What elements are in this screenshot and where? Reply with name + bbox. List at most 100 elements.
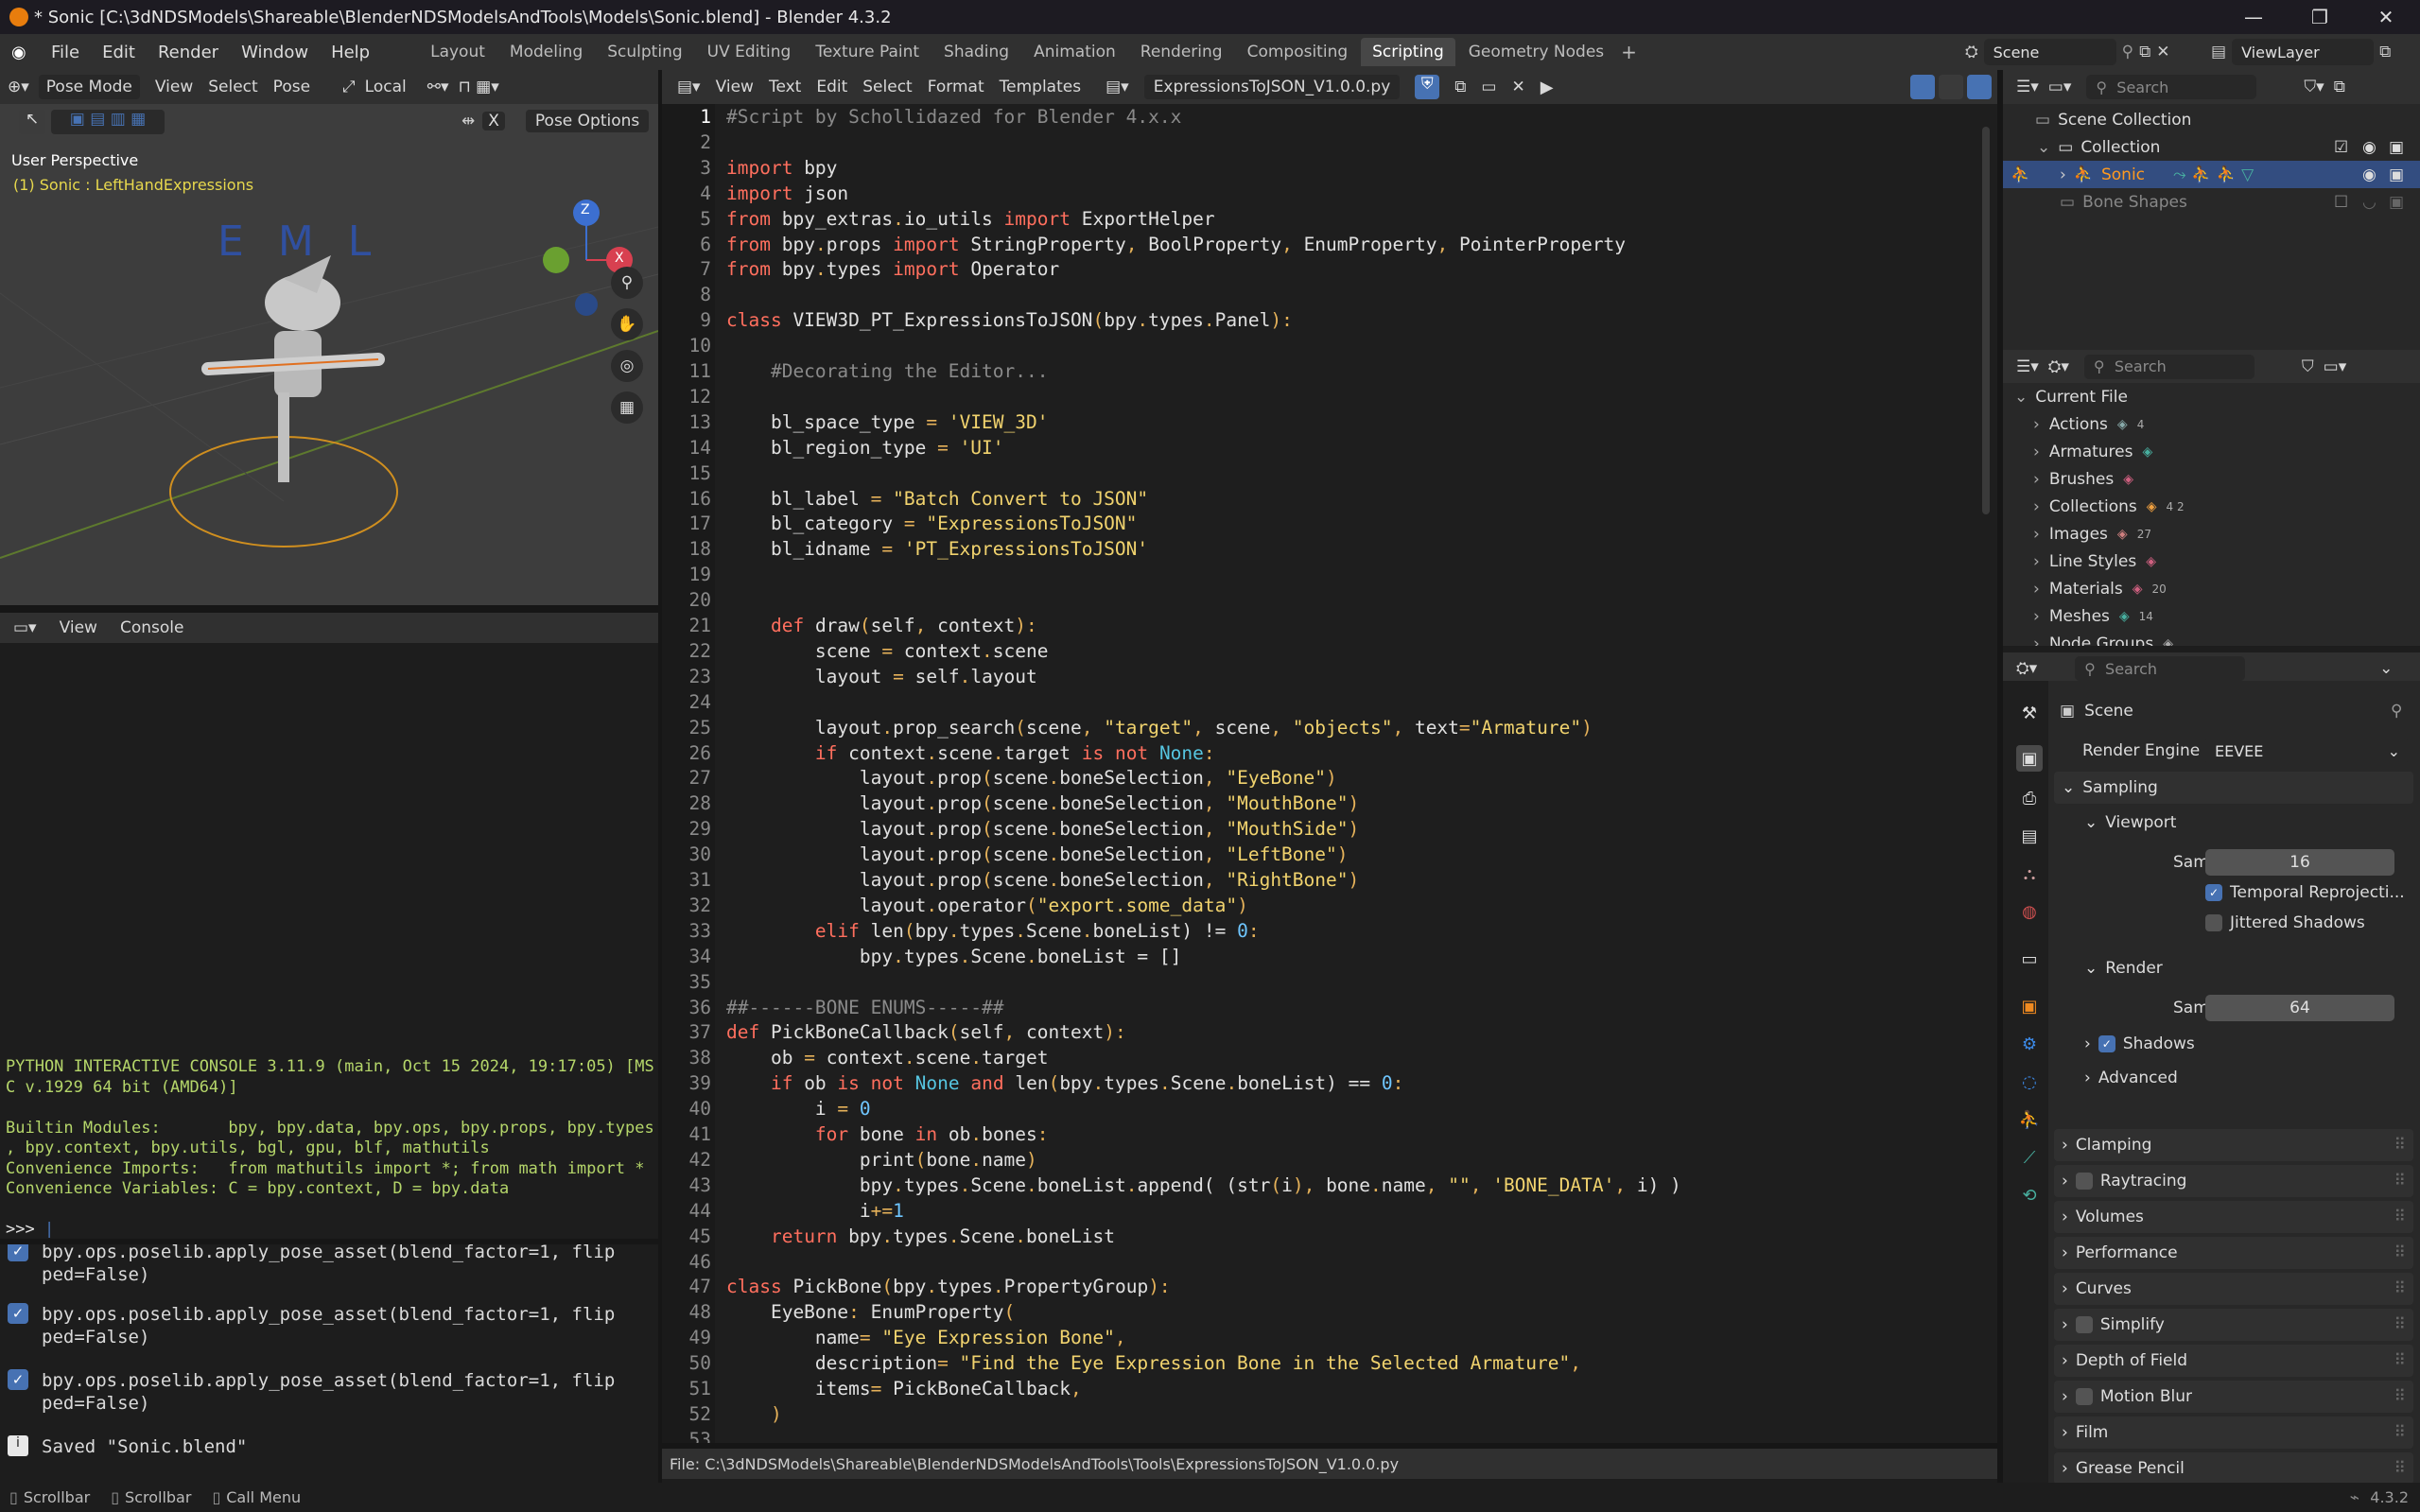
- editor-type-properties-icon[interactable]: ⛭▾: [2016, 659, 2037, 678]
- drag-handle-icon[interactable]: ⠿: [2394, 1243, 2406, 1262]
- datablock-brushes[interactable]: › Brushes ◈: [2003, 465, 2420, 493]
- text-menu-select[interactable]: Select: [862, 78, 912, 96]
- checkbox-checked-icon[interactable]: ✓: [2098, 1035, 2115, 1052]
- unlink-text-icon[interactable]: ✕: [1511, 78, 1524, 96]
- drag-handle-icon[interactable]: ⠿: [2394, 1136, 2406, 1155]
- datablock-node-groups[interactable]: › Node Groups ◈: [2003, 630, 2420, 647]
- render-camera-icon[interactable]: ▣: [2389, 165, 2404, 184]
- render-camera-icon[interactable]: ▣: [2389, 138, 2404, 157]
- properties-search[interactable]: ⚲ Search: [2075, 656, 2246, 681]
- viewport-menu-view[interactable]: View: [155, 78, 193, 96]
- outliner-item-scene-collection[interactable]: ▭ Scene Collection: [2003, 106, 2420, 133]
- workspace-tab-scripting[interactable]: Scripting: [1361, 38, 1455, 66]
- text-menu-view[interactable]: View: [716, 78, 754, 96]
- area-divider[interactable]: [658, 70, 662, 1483]
- menu-window[interactable]: Window: [230, 43, 320, 62]
- viewlayer-selector[interactable]: ▤ ViewLayer ⧉: [2211, 38, 2419, 66]
- display-mode-icon[interactable]: ▭▾: [2048, 78, 2072, 96]
- delete-scene-icon[interactable]: ✕: [2156, 43, 2169, 61]
- display-mode-icon[interactable]: ⛭▾: [2048, 357, 2069, 376]
- word-wrap-toggle-icon[interactable]: [1939, 75, 1963, 99]
- scene-name[interactable]: Scene: [1983, 39, 2116, 65]
- text-datablock-name[interactable]: ExpressionsToJSON_V1.0.0.py: [1143, 75, 1401, 99]
- 3d-viewport[interactable]: User Perspective (1) Sonic : LeftHandExp…: [0, 104, 658, 605]
- datablock-meshes[interactable]: › Meshes ◈ 14: [2003, 602, 2420, 630]
- visibility-eye-icon[interactable]: ◡: [2362, 193, 2376, 212]
- camera-view-icon[interactable]: ◎: [611, 350, 643, 382]
- text-browse-icon[interactable]: ▤▾: [1106, 78, 1129, 96]
- datablock-actions[interactable]: › Actions ◈ 4: [2003, 410, 2420, 438]
- panel-volumes[interactable]: › Volumes ⠿: [2054, 1201, 2413, 1233]
- drag-handle-icon[interactable]: ⠿: [2394, 1315, 2406, 1334]
- subpanel-render[interactable]: ⌄ Render: [2084, 959, 2163, 978]
- workspace-tab-animation[interactable]: Animation: [1022, 38, 1127, 66]
- visibility-eye-icon[interactable]: ◉: [2362, 165, 2376, 184]
- output-tab-icon[interactable]: ⎙: [2016, 785, 2043, 811]
- info-log[interactable]: ✓ bpy.ops.poselib.apply_pose_asset(blend…: [0, 1241, 658, 1471]
- new-scene-icon[interactable]: ⧉: [2139, 43, 2150, 61]
- object-tab-icon[interactable]: ▣: [2016, 993, 2043, 1019]
- modifiers-tab-icon[interactable]: ⚙: [2016, 1031, 2043, 1057]
- text-menu-templates[interactable]: Templates: [1000, 78, 1081, 96]
- bone-constraints-tab-icon[interactable]: ⟲: [2016, 1182, 2043, 1208]
- info-entry[interactable]: ✓ bpy.ops.poselib.apply_pose_asset(blend…: [8, 1369, 615, 1415]
- pivot-icon[interactable]: ⚯▾: [427, 78, 449, 96]
- new-viewlayer-icon[interactable]: ⧉: [2379, 43, 2391, 61]
- checkbox-unchecked-icon[interactable]: [2075, 1173, 2093, 1190]
- panel-performance[interactable]: › Performance ⠿: [2054, 1237, 2413, 1269]
- workspace-tab-sculpting[interactable]: Sculpting: [596, 38, 693, 66]
- pin-icon[interactable]: ⚲: [2122, 43, 2133, 61]
- bone-tab-icon[interactable]: ⟋: [2016, 1144, 2043, 1171]
- subpanel-shadows[interactable]: › ✓ Shadows: [2084, 1034, 2195, 1053]
- maximize-button[interactable]: ❐: [2289, 0, 2351, 34]
- workspace-tab-uv-editing[interactable]: UV Editing: [696, 38, 803, 66]
- render-tab-icon[interactable]: ▣: [2016, 745, 2043, 772]
- exclude-checkbox[interactable]: ☐: [2334, 193, 2348, 212]
- workspace-tab-modeling[interactable]: Modeling: [498, 38, 594, 66]
- text-editor-body[interactable]: 1 #Script by Schollidazed for Blender 4.x…: [662, 104, 1997, 1443]
- mirror-icon[interactable]: ⇹: [461, 112, 475, 130]
- datablock-line-styles[interactable]: › Line Styles ◈: [2003, 547, 2420, 575]
- filter-icon[interactable]: ⛉▾: [2304, 78, 2324, 96]
- box-select-mode-icons[interactable]: ▣ ▤ ▥ ▦: [51, 110, 165, 134]
- filter-icon[interactable]: ⛉: [2302, 357, 2314, 376]
- minimize-button[interactable]: —: [2222, 0, 2285, 34]
- panel-grease-pencil[interactable]: › Grease Pencil ⠿: [2054, 1452, 2413, 1483]
- render-camera-icon[interactable]: ▣: [2389, 193, 2404, 212]
- panel-sampling[interactable]: ⌄ Sampling: [2054, 772, 2413, 804]
- console-prompt[interactable]: >>> |: [6, 1220, 54, 1239]
- zoom-icon[interactable]: ⚲: [611, 267, 643, 299]
- panel-raytracing[interactable]: › Raytracing ⠿: [2054, 1165, 2413, 1197]
- new-collection-icon[interactable]: ⧉: [2334, 78, 2345, 96]
- orthographic-grid-icon[interactable]: ▦: [611, 391, 643, 424]
- pin-icon[interactable]: ⚲: [2391, 702, 2402, 721]
- checkbox-unchecked-icon[interactable]: [2075, 1388, 2093, 1405]
- info-entry[interactable]: i Saved "Sonic.blend": [8, 1435, 247, 1458]
- render-samples-field[interactable]: 64: [2205, 995, 2394, 1021]
- code-scrollbar[interactable]: [1982, 127, 1990, 514]
- gizmo-neg-z-axis[interactable]: [575, 293, 598, 316]
- datablock-collections[interactable]: › Collections ◈ 4 2: [2003, 493, 2420, 520]
- object-data-tab-icon[interactable]: ⛹: [2016, 1106, 2043, 1133]
- workspace-tab-compositing[interactable]: Compositing: [1236, 38, 1360, 66]
- world-tab-icon[interactable]: ◍: [2016, 898, 2043, 925]
- editor-type-outliner-icon[interactable]: ☰▾: [2016, 78, 2039, 96]
- text-menu-edit[interactable]: Edit: [816, 78, 847, 96]
- purge-icon[interactable]: ▭▾: [2324, 357, 2347, 376]
- scene-selector[interactable]: ⛭ Scene ⚲ ⧉ ✕: [1965, 38, 2211, 66]
- jittered-shadows-checkbox[interactable]: Jittered Shadows: [2205, 913, 2365, 932]
- exclude-checkbox[interactable]: ☑: [2334, 138, 2348, 157]
- tweak-tool-icon[interactable]: ↖: [19, 110, 45, 134]
- subpanel-viewport[interactable]: ⌄ Viewport: [2084, 813, 2176, 832]
- mode-selector[interactable]: Pose Mode: [38, 75, 140, 99]
- drag-handle-icon[interactable]: ⠿: [2394, 1351, 2406, 1370]
- snap-icon[interactable]: ⊓ ▦▾: [459, 78, 499, 96]
- datablock-materials[interactable]: › Materials ◈ 20: [2003, 575, 2420, 602]
- text-menu-text[interactable]: Text: [769, 78, 801, 96]
- viewport-menu-select[interactable]: Select: [208, 78, 257, 96]
- outliner-item-collection[interactable]: ⌄ ▭ Collection ☑ ◉ ▣: [2003, 133, 2420, 161]
- editor-type-3d-icon[interactable]: ⊕▾: [8, 78, 29, 96]
- panel-film[interactable]: › Film ⠿: [2054, 1416, 2413, 1449]
- mirror-x-toggle[interactable]: X: [482, 112, 505, 130]
- scene-tab-icon[interactable]: ⛬: [2016, 860, 2043, 887]
